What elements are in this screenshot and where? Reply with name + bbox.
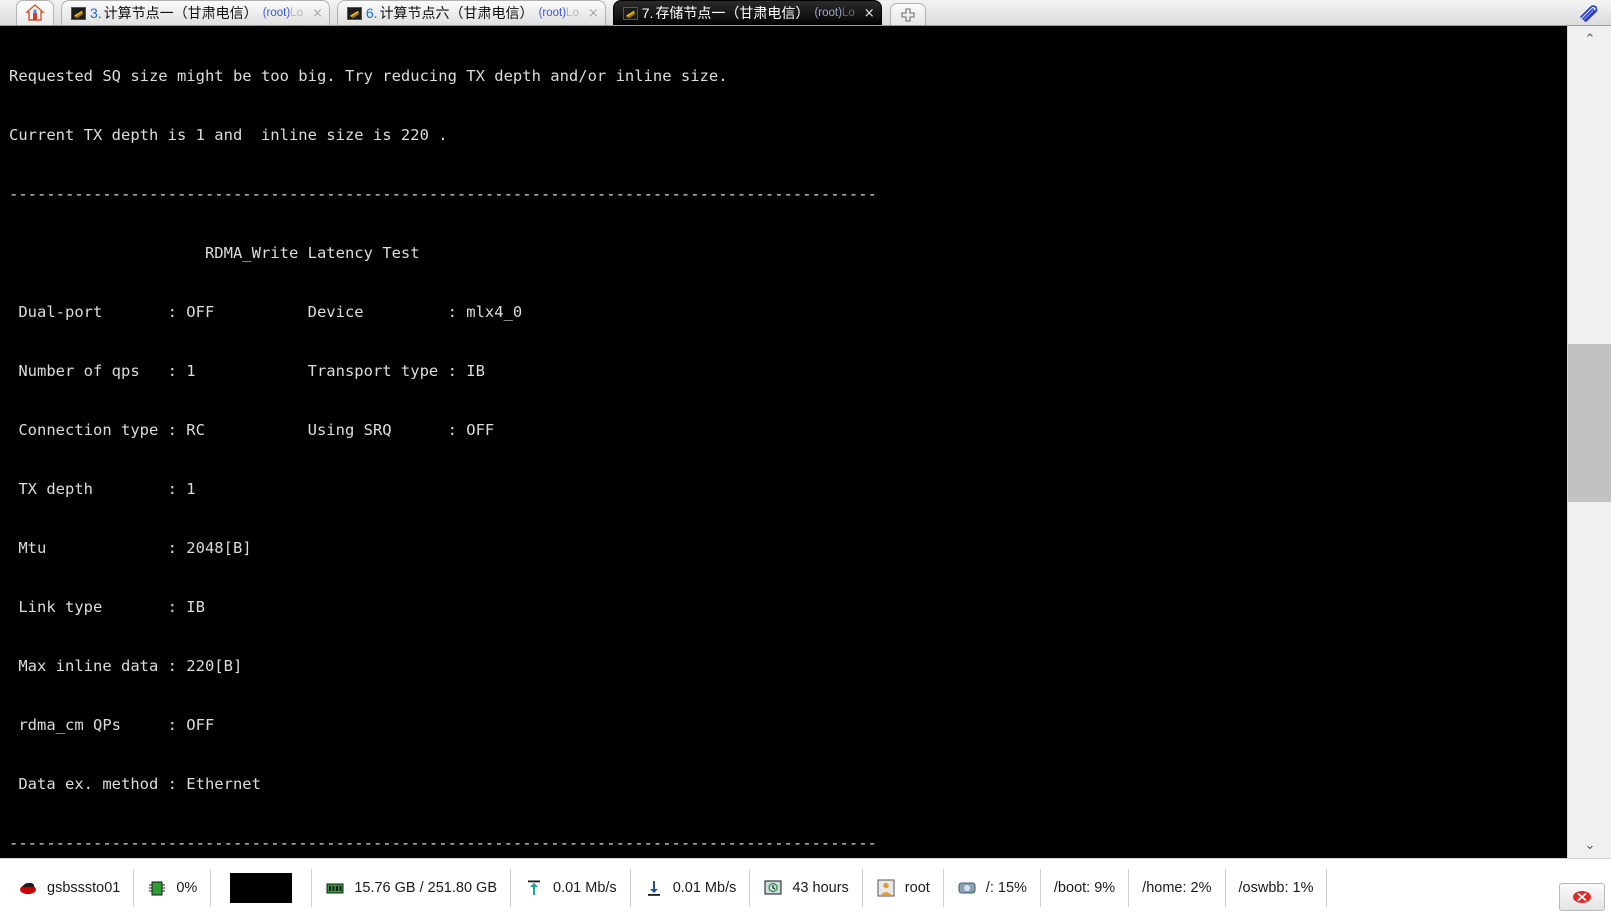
- status-upload[interactable]: 0.01 Mb/s: [511, 869, 631, 907]
- vertical-scrollbar[interactable]: ⌃ ⌄: [1567, 26, 1611, 858]
- status-cpu-graph[interactable]: [211, 869, 313, 907]
- close-button[interactable]: [1559, 883, 1605, 911]
- tab-close-icon[interactable]: ×: [588, 7, 599, 20]
- status-uptime[interactable]: 43 hours: [750, 869, 863, 907]
- tab-number: 6.: [365, 5, 378, 21]
- status-user[interactable]: root: [863, 869, 944, 907]
- warning-line-1: Requested SQ size might be too big. Try …: [9, 67, 728, 86]
- harddisk-icon: [958, 882, 976, 894]
- disk-boot-label: /boot: 9%: [1053, 880, 1116, 896]
- tab-title: 存储节点一（甘肃电信）: [655, 5, 810, 21]
- cpu-percent-label: 0%: [176, 880, 198, 896]
- cpu-chip-icon: [149, 881, 166, 896]
- tab-user: (root): [538, 7, 567, 19]
- tab-close-icon[interactable]: ×: [864, 7, 875, 20]
- tab-trailing-text: Lo: [566, 7, 579, 19]
- tab-trailing-text: Lo: [841, 7, 855, 19]
- scrollbar-thumb[interactable]: [1568, 344, 1611, 502]
- param-line: Dual-port : OFF Device : mlx4_0: [9, 303, 523, 322]
- redhat-logo-icon: [20, 882, 36, 895]
- status-hostname[interactable]: gsbsssto01: [0, 869, 135, 907]
- upload-speed-label: 0.01 Mb/s: [553, 880, 617, 896]
- warning-line-2: Current TX depth is 1 and inline size is…: [9, 126, 448, 145]
- test-title: RDMA_Write Latency Test: [9, 244, 420, 263]
- plus-icon: [901, 7, 915, 22]
- disk-oswbb-label: /oswbb: 1%: [1238, 880, 1314, 896]
- tab-bar: 3. 计算节点一（甘肃电信） (root) Lo × 6. 计算节点六（甘肃电信…: [0, 0, 1611, 26]
- status-disk-boot[interactable]: /boot: 9%: [1041, 869, 1130, 907]
- terminal-output[interactable]: Requested SQ size might be too big. Try …: [0, 26, 1567, 858]
- param-line: Number of qps : 1 Transport type : IB: [9, 362, 485, 381]
- tab-trailing-text: Lo: [290, 7, 303, 19]
- status-disk-oswbb[interactable]: /oswbb: 1%: [1226, 869, 1328, 907]
- param-line: Data ex. method : Ethernet: [9, 774, 261, 793]
- new-tab-button[interactable]: [889, 3, 926, 25]
- terminal-icon: [71, 6, 86, 20]
- tab-close-icon[interactable]: ×: [312, 7, 323, 20]
- status-cpu[interactable]: 0%: [134, 869, 212, 907]
- paperclip-icon[interactable]: [1577, 3, 1601, 23]
- status-bar: gsbsssto01 0% 15.76 GB / 251.80 GB 0.01 …: [0, 858, 1611, 917]
- param-line: Connection type : RC Using SRQ : OFF: [9, 421, 495, 440]
- tab-user: (root): [814, 7, 842, 19]
- uptime-label: 43 hours: [792, 880, 849, 896]
- param-line: rdma_cm QPs : OFF: [9, 715, 215, 734]
- upload-arrow-icon: [528, 880, 541, 895]
- status-disk-root[interactable]: /: 15%: [944, 869, 1041, 907]
- param-line: TX depth : 1: [9, 479, 196, 498]
- terminal-icon: [346, 6, 362, 20]
- tab-title: 计算节点一（甘肃电信）: [103, 5, 258, 21]
- memory-ram-icon: [326, 883, 344, 894]
- scroll-down-icon[interactable]: ⌄: [1568, 832, 1611, 858]
- param-line: Max inline data : 220[B]: [9, 656, 243, 675]
- disk-root-label: /: 15%: [985, 880, 1027, 896]
- download-speed-label: 0.01 Mb/s: [672, 880, 737, 896]
- status-download[interactable]: 0.01 Mb/s: [631, 869, 751, 907]
- tab-title: 计算节点六（甘肃电信）: [379, 5, 534, 21]
- tab-6[interactable]: 6. 计算节点六（甘肃电信） (root) Lo ×: [336, 0, 606, 25]
- status-disk-home[interactable]: /home: 2%: [1129, 869, 1226, 907]
- download-arrow-icon: [647, 881, 660, 896]
- tab-7-active[interactable]: 7. 存储节点一（甘肃电信） (root) Lo ×: [612, 0, 882, 25]
- user-label: root: [904, 880, 930, 896]
- param-line: Mtu : 2048[B]: [9, 538, 252, 557]
- divider-top: ----------------------------------------…: [9, 185, 877, 204]
- cpu-graph: [230, 873, 293, 903]
- user-icon: [877, 879, 895, 897]
- monitor-uptime-icon: [764, 880, 782, 895]
- status-memory[interactable]: 15.76 GB / 251.80 GB: [312, 869, 512, 907]
- disk-home-label: /home: 2%: [1142, 880, 1212, 896]
- tab-number: 3.: [90, 5, 102, 21]
- home-icon: [25, 4, 45, 21]
- tab-user: (root): [262, 7, 291, 19]
- param-line: Link type : IB: [9, 597, 205, 616]
- close-icon: [1573, 891, 1591, 903]
- hostname-label: gsbsssto01: [47, 880, 121, 896]
- home-tab[interactable]: [16, 0, 54, 25]
- divider-mid: ----------------------------------------…: [9, 833, 877, 852]
- terminal-icon: [622, 6, 638, 20]
- tab-number: 7.: [641, 5, 654, 21]
- tab-3[interactable]: 3. 计算节点一（甘肃电信） (root) Lo ×: [61, 0, 330, 25]
- memory-usage-label: 15.76 GB / 251.80 GB: [354, 880, 498, 896]
- scroll-up-icon[interactable]: ⌃: [1568, 26, 1611, 52]
